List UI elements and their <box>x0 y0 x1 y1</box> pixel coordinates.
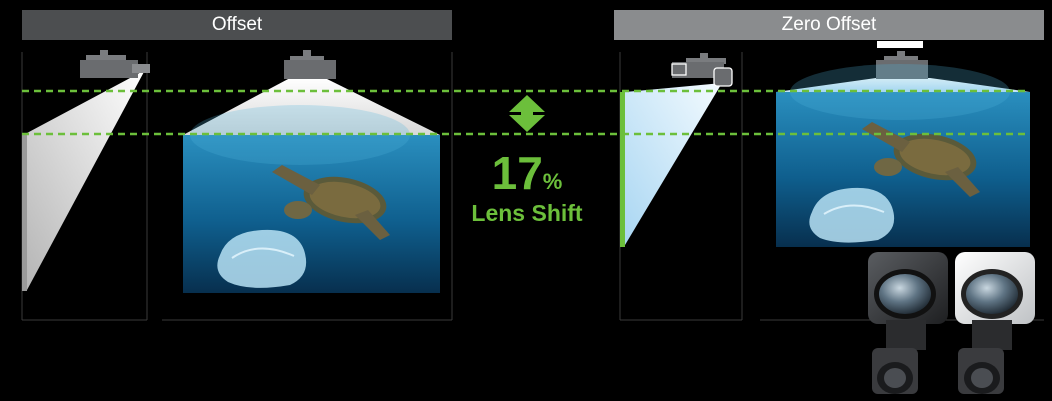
lens-shift-label: Lens Shift <box>471 200 583 226</box>
lens-shift-unit: % <box>542 169 563 194</box>
projector-icon <box>284 50 336 79</box>
lens-shift-callout: 17% Lens Shift <box>452 95 602 235</box>
lens-product-icon <box>868 252 1035 394</box>
lens-shift-value: 17% <box>452 150 602 205</box>
lens-shift-number: 17 <box>491 147 543 199</box>
projector-icon <box>671 53 733 87</box>
